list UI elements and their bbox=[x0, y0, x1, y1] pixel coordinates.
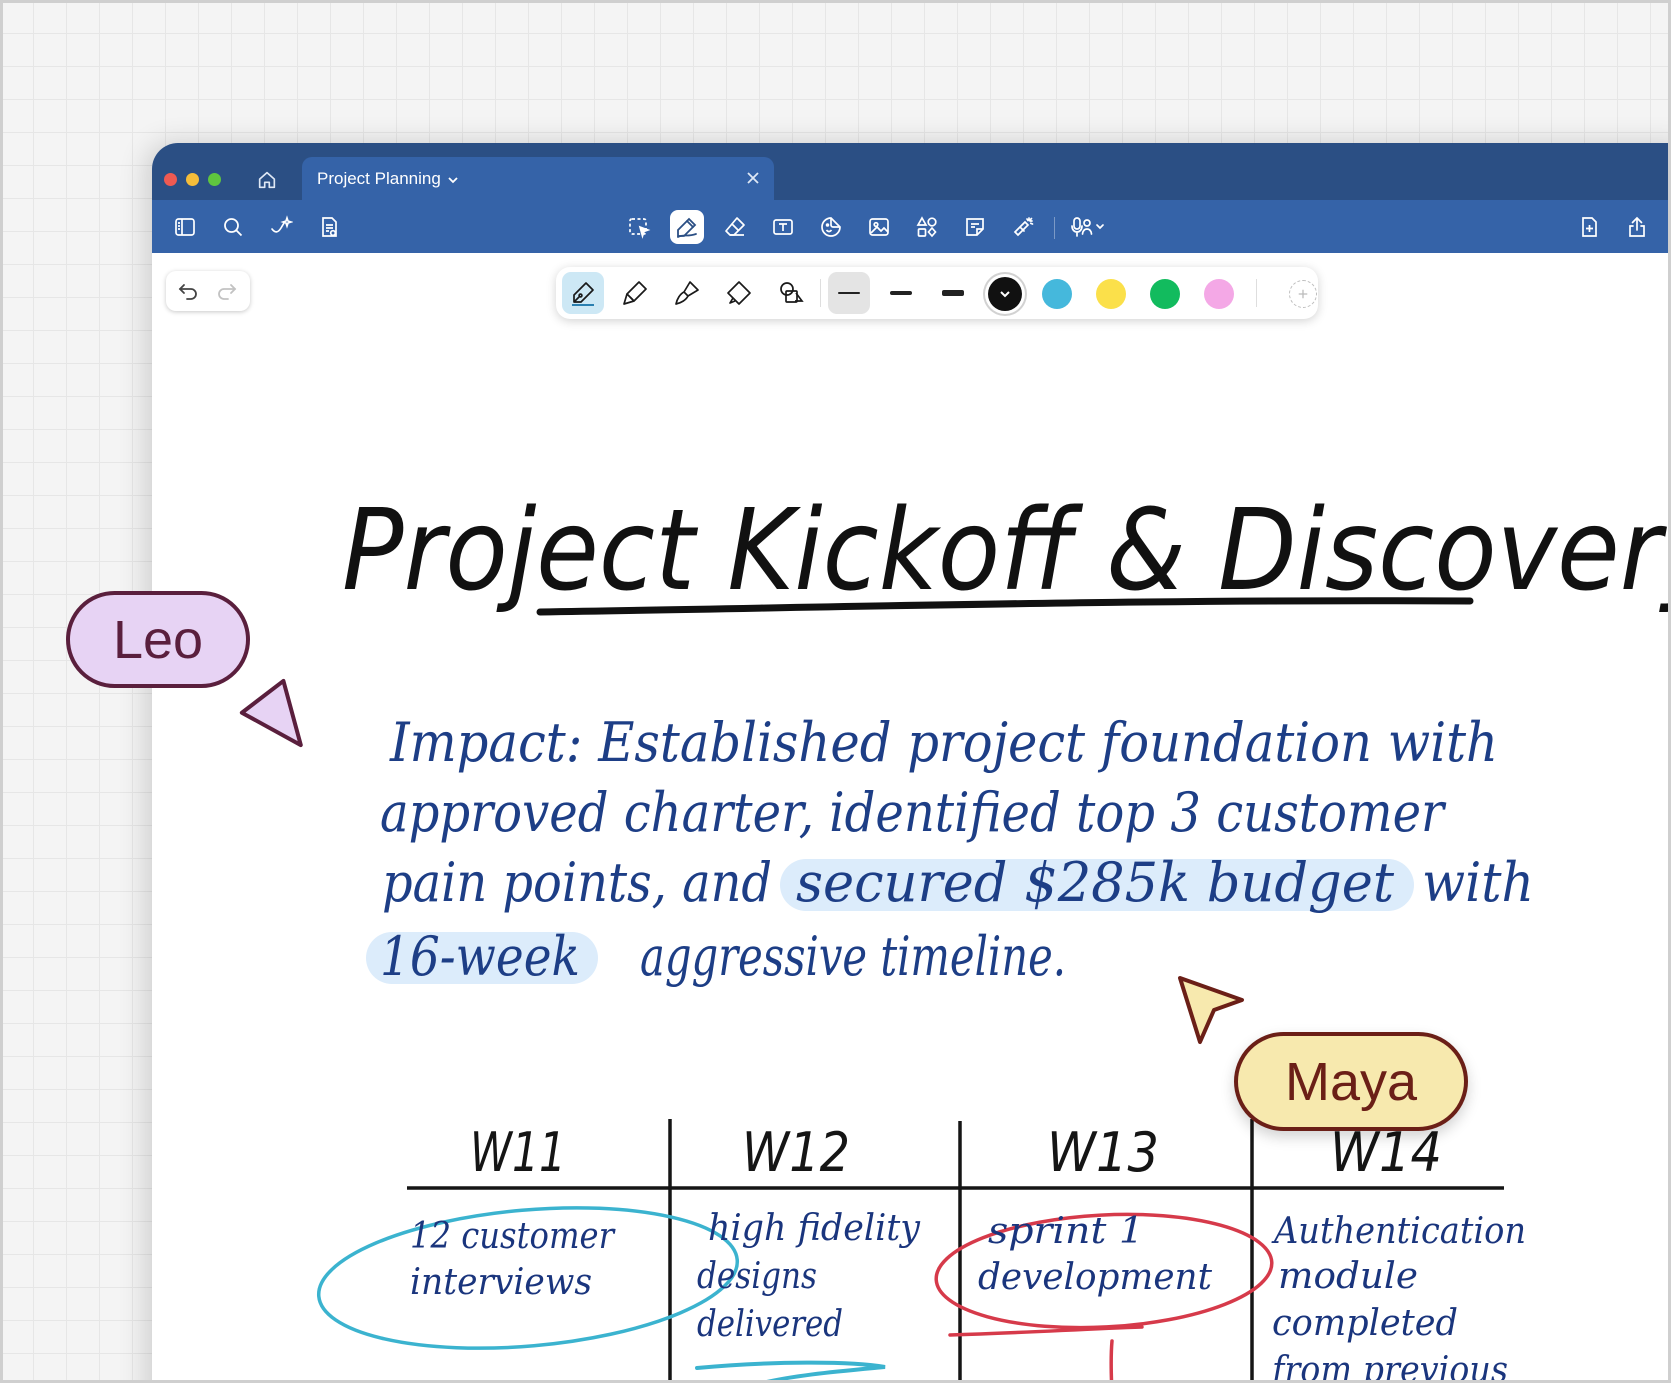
maximize-window-button[interactable] bbox=[208, 173, 221, 186]
impact-budget-text: secured $285k budget bbox=[796, 851, 1394, 914]
ai-sparkle-icon[interactable] bbox=[264, 210, 298, 244]
main-toolbar bbox=[152, 200, 1671, 253]
toolbar-divider bbox=[1054, 217, 1055, 239]
title-bar: Project Planning bbox=[152, 143, 1671, 201]
sticky-note-icon[interactable] bbox=[958, 210, 992, 244]
tab-close-icon[interactable] bbox=[746, 171, 760, 185]
sticker-icon[interactable] bbox=[814, 210, 848, 244]
impact-line-4: aggressive timeline. bbox=[640, 925, 1066, 988]
week-header-w13: W13 bbox=[1047, 1121, 1159, 1184]
w13-note-line-1: sprint 1 bbox=[988, 1211, 1144, 1252]
add-page-icon[interactable] bbox=[1572, 210, 1606, 244]
search-icon[interactable] bbox=[216, 210, 250, 244]
eraser-icon[interactable] bbox=[718, 210, 752, 244]
w12-note-line-3: delivered bbox=[697, 1304, 843, 1345]
impact-line-3c: with bbox=[1422, 851, 1534, 914]
w11-note-line-1: 12 customer bbox=[410, 1216, 616, 1257]
week-header-w11: W11 bbox=[470, 1121, 566, 1184]
w12-note-line-1: high fidelity bbox=[708, 1208, 921, 1249]
red-arrow-stroke bbox=[1109, 1339, 1114, 1383]
impact-line-3a: pain points, and bbox=[382, 851, 772, 914]
home-icon[interactable] bbox=[256, 169, 278, 191]
text-box-icon[interactable] bbox=[766, 210, 800, 244]
collaborator-cursor-maya-icon bbox=[1178, 976, 1244, 1044]
app-window: Project Planning Project Kickoff & Disco… bbox=[152, 143, 1671, 1383]
w11-note-line-2: interviews bbox=[410, 1262, 592, 1303]
minimize-window-button[interactable] bbox=[186, 173, 199, 186]
impact-weeks-text: 16-week bbox=[380, 925, 580, 988]
document-outline-icon[interactable] bbox=[312, 210, 346, 244]
collaborator-badge-leo: Leo bbox=[66, 591, 250, 688]
pen-tool-icon[interactable] bbox=[670, 210, 704, 244]
week-header-w12: W12 bbox=[742, 1121, 850, 1184]
collaborator-cursor-leo-icon bbox=[239, 678, 303, 748]
w14-note-line-4: from previous bbox=[1269, 1350, 1508, 1383]
image-icon[interactable] bbox=[862, 210, 896, 244]
note-title: Project Kickoff & Discovery bbox=[342, 486, 1671, 616]
close-window-button[interactable] bbox=[164, 173, 177, 186]
collaborator-badge-maya: Maya bbox=[1234, 1032, 1468, 1131]
w12-note-line-2: designs bbox=[697, 1256, 817, 1297]
chevron-down-icon[interactable] bbox=[447, 173, 459, 185]
tab-project-planning[interactable]: Project Planning bbox=[302, 157, 774, 201]
collaborator-name-leo: Leo bbox=[112, 609, 204, 670]
tab-title: Project Planning bbox=[317, 169, 441, 188]
lasso-select-icon[interactable] bbox=[622, 210, 656, 244]
w14-note-line-1: Authentication bbox=[1271, 1211, 1526, 1252]
shapes-icon[interactable] bbox=[910, 210, 944, 244]
impact-line-1: Impact: Established project foundation w… bbox=[389, 711, 1498, 774]
blue-scribble-mark bbox=[695, 1360, 886, 1383]
audio-record-icon[interactable] bbox=[1062, 210, 1114, 244]
impact-line-2: approved charter, identified top 3 custo… bbox=[380, 781, 1447, 844]
collaborator-name-maya: Maya bbox=[1284, 1051, 1418, 1112]
w13-note-line-2: development bbox=[978, 1257, 1213, 1298]
laser-pointer-icon[interactable] bbox=[1006, 210, 1040, 244]
ink-layer: Project Kickoff & Discovery Impact: Esta… bbox=[316, 486, 1671, 1383]
sidebar-icon[interactable] bbox=[168, 210, 202, 244]
share-icon[interactable] bbox=[1620, 210, 1654, 244]
note-canvas[interactable]: Project Kickoff & Discovery Impact: Esta… bbox=[152, 253, 1671, 1383]
w14-note-line-3: completed bbox=[1272, 1303, 1458, 1344]
w14-note-line-2: module bbox=[1278, 1256, 1418, 1297]
